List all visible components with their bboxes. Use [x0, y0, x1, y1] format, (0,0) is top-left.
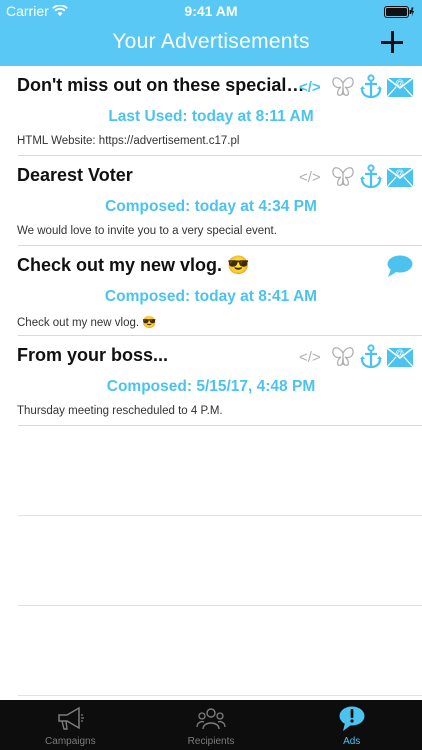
svg-text:</>: </> [299, 169, 321, 186]
svg-text:@: @ [395, 348, 404, 358]
tab-label: Recipients [187, 736, 235, 747]
svg-text:@: @ [395, 168, 404, 178]
tab-ads[interactable]: Ads [281, 700, 422, 750]
advertisement-row[interactable]: Check out my new vlog. 😎 Composed: today… [0, 246, 422, 336]
advertisement-preview: Check out my new vlog. 😎 [17, 317, 157, 329]
anchor-icon [359, 164, 383, 190]
advertisement-title: Don't miss out on these special o... [17, 75, 307, 95]
svg-text:</>: </> [299, 79, 321, 96]
advertisement-status: Composed: today at 8:41 AM [104, 288, 318, 305]
html-code-icon: </> [299, 74, 327, 100]
svg-text:@: @ [395, 78, 404, 88]
megaphone-icon [55, 705, 85, 738]
ads-bubble-icon [337, 705, 367, 738]
advertisement-title: From your boss... [17, 345, 169, 365]
email-icon: @ [386, 74, 414, 100]
butterfly-icon [330, 74, 356, 100]
empty-list-row [0, 426, 422, 516]
status-time: 9:41 AM [184, 3, 238, 19]
status-bar: Carrier 9:41 AM [0, 0, 422, 22]
email-icon: @ [386, 344, 414, 370]
advertisement-row[interactable]: Don't miss out on these special o... </>… [0, 66, 422, 156]
tab-label: Campaigns [45, 736, 96, 747]
advertisement-list: Don't miss out on these special o... </>… [0, 66, 422, 696]
advertisement-preview: HTML Website: https://advertisement.c17.… [17, 135, 240, 147]
row-divider [18, 695, 422, 696]
tab-recipients[interactable]: Recipients [141, 700, 282, 750]
tab-label: Ads [343, 736, 361, 747]
tab-bar: Campaigns Recipients Ads [0, 700, 422, 750]
advertisement-status: Composed: 5/15/17, 4:48 PM [106, 378, 316, 395]
empty-list-row [0, 516, 422, 606]
advertisement-preview: Thursday meeting rescheduled to 4 P.M. [17, 405, 223, 417]
svg-text:</>: </> [299, 349, 321, 366]
butterfly-icon [330, 164, 356, 190]
empty-list-row [0, 606, 422, 696]
channel-icons: </> @ [299, 74, 414, 100]
html-code-icon: </> [299, 164, 327, 190]
navigation-bar: Your Advertisements [0, 22, 422, 66]
channel-icons: </> @ [299, 164, 414, 190]
anchor-icon [359, 74, 383, 100]
tab-campaigns[interactable]: Campaigns [0, 700, 141, 750]
email-icon: @ [386, 164, 414, 190]
advertisement-preview: We would love to invite you to a very sp… [17, 225, 277, 237]
advertisement-status: Last Used: today at 8:11 AM [108, 108, 314, 125]
advertisement-row[interactable]: Dearest Voter </> @ Composed: today at 4… [0, 156, 422, 246]
channel-icons [386, 254, 414, 280]
add-advertisement-button[interactable] [380, 30, 404, 54]
chat-bubble-icon [386, 254, 414, 280]
advertisement-row[interactable]: From your boss... </> @ Composed: 5/15/1… [0, 336, 422, 426]
page-title: Your Advertisements [112, 30, 310, 53]
channel-icons: </> @ [299, 344, 414, 370]
html-code-icon: </> [299, 344, 327, 370]
battery-icon [384, 5, 414, 18]
butterfly-icon [330, 344, 356, 370]
anchor-icon [359, 344, 383, 370]
people-icon [196, 705, 226, 738]
advertisement-title: Dearest Voter [17, 165, 133, 185]
advertisement-status: Composed: today at 4:34 PM [105, 198, 317, 215]
advertisement-title: Check out my new vlog. 😎 [17, 255, 250, 275]
